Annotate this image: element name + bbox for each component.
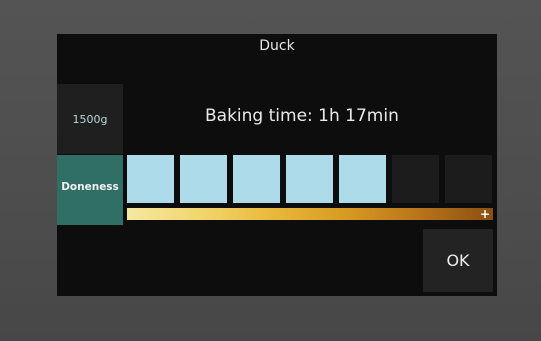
doneness-segment-1[interactable] xyxy=(127,155,174,203)
doneness-tab[interactable]: Doneness xyxy=(57,155,123,225)
plus-icon[interactable]: + xyxy=(479,208,491,220)
doneness-label: Doneness xyxy=(61,181,119,193)
doneness-segment-7[interactable] xyxy=(445,155,492,203)
doneness-segment-5[interactable] xyxy=(339,155,386,203)
ok-label: OK xyxy=(446,251,470,270)
ok-button[interactable]: OK xyxy=(423,229,493,292)
baking-time-text: Baking time: 1h 17min xyxy=(205,106,399,126)
program-title: Duck xyxy=(259,38,295,54)
weight-button[interactable]: 1500g xyxy=(57,84,123,154)
doneness-segment-3[interactable] xyxy=(233,155,280,203)
doneness-slider[interactable] xyxy=(127,208,493,220)
doneness-segment-6[interactable] xyxy=(392,155,439,203)
weight-value: 1500g xyxy=(72,112,108,126)
oven-screen: Duck 1500g Baking time: 1h 17min Donenes… xyxy=(57,34,497,296)
doneness-segment-4[interactable] xyxy=(286,155,333,203)
doneness-segment-2[interactable] xyxy=(180,155,227,203)
